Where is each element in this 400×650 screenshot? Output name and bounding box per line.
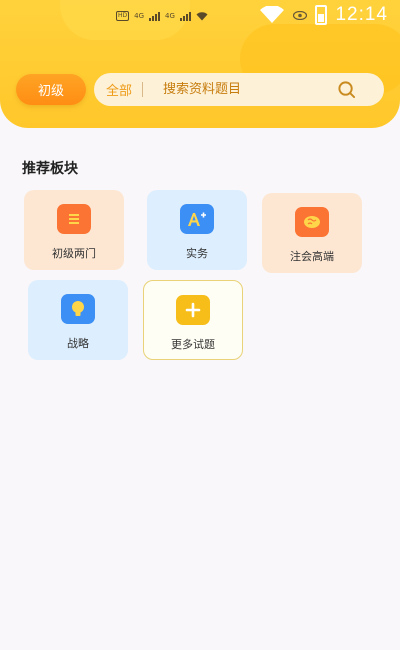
- search-input[interactable]: [163, 82, 314, 97]
- status-left: HD 4G 4G: [116, 11, 208, 21]
- signal-icon: [179, 11, 191, 21]
- tile-cpa-advanced[interactable]: 注会高端: [262, 193, 362, 273]
- search-bar[interactable]: 全部: [94, 73, 384, 106]
- plus-icon: [176, 295, 210, 325]
- network-label: 4G: [134, 12, 145, 20]
- battery-icon: [315, 5, 328, 25]
- search-icon[interactable]: [337, 80, 356, 99]
- hd-badge: HD: [116, 11, 130, 21]
- tile-label: 更多试题: [171, 338, 215, 351]
- letter-a-plus-icon: [180, 204, 214, 234]
- list-icon: [57, 204, 91, 234]
- eye-icon: [293, 10, 308, 20]
- clock: 12:14: [335, 4, 388, 25]
- tile-practice[interactable]: 实务: [147, 190, 247, 270]
- status-right: 12:14: [259, 4, 388, 26]
- tile-label: 战略: [67, 337, 89, 350]
- tile-label: 初级两门: [52, 247, 96, 260]
- level-selector-button[interactable]: 初级: [16, 74, 86, 105]
- divider: [142, 82, 144, 97]
- tile-label: 注会高端: [290, 250, 334, 263]
- wifi-icon: [260, 6, 285, 23]
- lightbulb-icon: [61, 294, 95, 324]
- brain-icon: [295, 207, 329, 237]
- search-scope-dropdown[interactable]: 全部: [106, 80, 132, 99]
- section-title: 推荐板块: [22, 161, 78, 177]
- wifi-icon: [196, 11, 208, 20]
- tile-label: 实务: [186, 247, 208, 260]
- signal-icon: [149, 11, 161, 21]
- tile-strategy[interactable]: 战略: [28, 280, 128, 360]
- network-label: 4G: [165, 12, 175, 20]
- status-bar: HD 4G 4G 12:14: [0, 0, 400, 34]
- tile-more-questions[interactable]: 更多试题: [143, 280, 243, 360]
- tile-primary-two[interactable]: 初级两门: [24, 190, 124, 270]
